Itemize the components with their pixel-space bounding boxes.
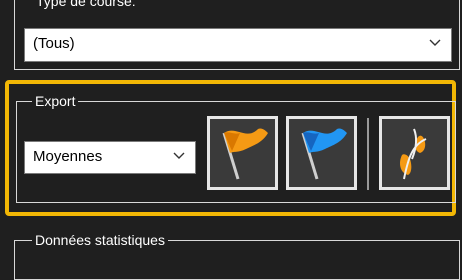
footsteps-icon (400, 128, 427, 180)
course-type-legend: Type de course: (33, 0, 139, 9)
export-type-select-value: Moyennes (33, 148, 103, 165)
course-type-select-value: (Tous) (33, 35, 75, 52)
stats-legend: Données statistiques (32, 232, 168, 248)
chevron-down-icon (429, 39, 441, 46)
export-orange-flag-button[interactable] (207, 116, 278, 190)
export-legend: Export (32, 93, 79, 109)
export-type-select[interactable]: Moyennes (24, 141, 196, 174)
export-footsteps-button[interactable] (379, 116, 450, 190)
export-blue-flag-button[interactable] (286, 116, 357, 190)
orange-flag-icon (222, 128, 268, 180)
course-type-select[interactable]: (Tous) (24, 28, 452, 62)
toolbar-separator (367, 118, 369, 190)
blue-flag-icon (301, 128, 347, 180)
chevron-down-icon (173, 152, 185, 159)
